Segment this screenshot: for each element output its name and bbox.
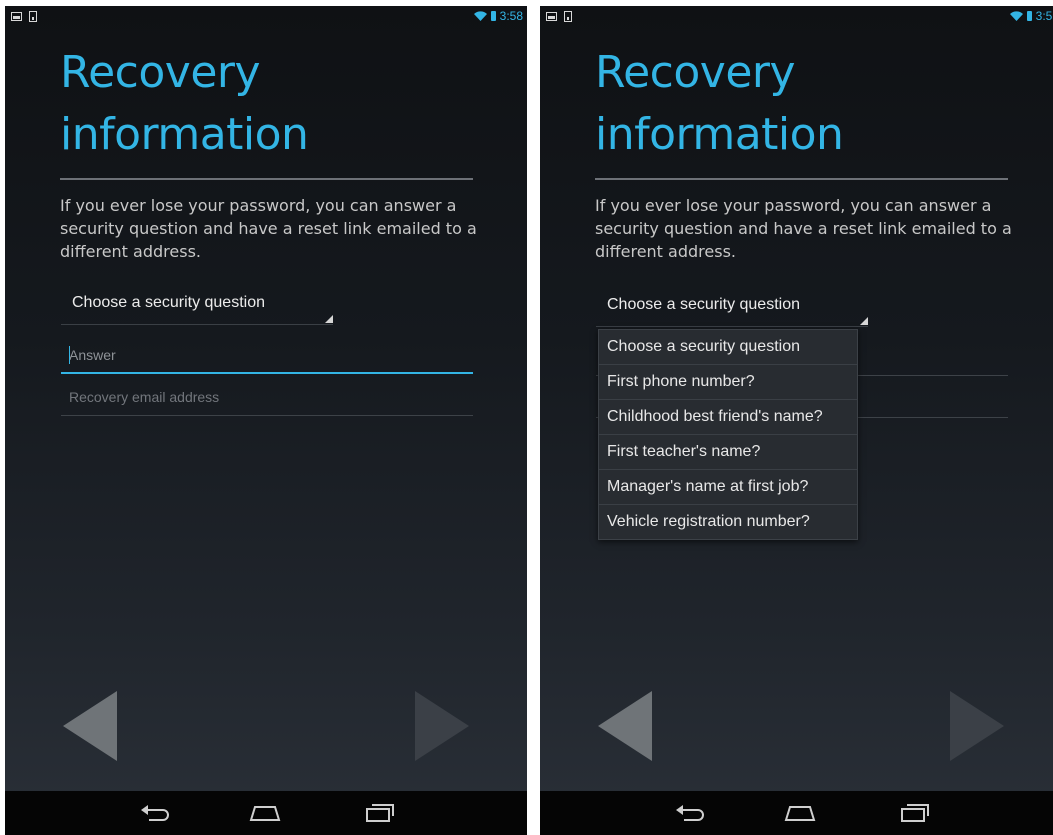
answer-input[interactable] xyxy=(61,340,481,370)
answer-field[interactable] xyxy=(61,340,481,374)
status-right: 3:59 xyxy=(1009,9,1053,23)
next-arrow-icon[interactable] xyxy=(950,691,1004,761)
download-icon xyxy=(564,11,572,22)
recent-apps-icon[interactable] xyxy=(900,803,930,823)
dropdown-option[interactable]: Manager's name at first job? xyxy=(599,470,857,505)
back-arrow-icon[interactable] xyxy=(63,691,117,761)
picture-icon xyxy=(546,12,557,21)
left-screen: 3:58 Recovery information If you ever lo… xyxy=(5,6,527,835)
answer-underline xyxy=(61,372,473,374)
security-question-spinner[interactable]: Choose a security question xyxy=(61,289,333,325)
description-text: If you ever lose your password, you can … xyxy=(595,196,1012,261)
email-underline xyxy=(61,415,473,416)
spinner-label: Choose a security question xyxy=(72,294,265,311)
back-icon[interactable] xyxy=(141,803,171,823)
dropdown-option[interactable]: Childhood best friend's name? xyxy=(599,400,857,435)
right-screen: 3:59 Recovery information If you ever lo… xyxy=(540,6,1053,835)
system-navigation-bar xyxy=(540,791,1053,835)
status-time: 3:58 xyxy=(499,9,523,23)
download-icon xyxy=(29,11,37,22)
title-divider xyxy=(60,178,473,180)
recovery-email-input[interactable] xyxy=(61,382,481,412)
title-line-1: Recovery xyxy=(595,47,796,98)
page-title: Recovery information xyxy=(595,42,844,166)
wifi-icon xyxy=(473,11,487,21)
status-bar: 3:59 xyxy=(540,6,1053,28)
system-navigation-bar xyxy=(5,791,527,835)
dropdown-triangle-icon xyxy=(325,315,333,323)
dropdown-triangle-icon xyxy=(860,317,868,325)
recovery-email-field[interactable] xyxy=(61,382,481,416)
battery-icon xyxy=(490,11,496,21)
home-icon[interactable] xyxy=(249,803,281,823)
dropdown-option[interactable]: Choose a security question xyxy=(599,330,857,365)
next-arrow-icon[interactable] xyxy=(415,691,469,761)
title-line-2: information xyxy=(595,109,844,160)
status-right: 3:58 xyxy=(473,9,523,23)
picture-icon xyxy=(11,12,22,21)
title-line-2: information xyxy=(60,109,309,160)
title-line-1: Recovery xyxy=(60,47,261,98)
recent-apps-icon[interactable] xyxy=(365,803,395,823)
dropdown-option[interactable]: First phone number? xyxy=(599,365,857,400)
spinner-underline xyxy=(596,326,868,327)
title-divider xyxy=(595,178,1008,180)
battery-icon xyxy=(1026,11,1032,21)
dropdown-option[interactable]: Vehicle registration number? xyxy=(599,505,857,539)
status-bar: 3:58 xyxy=(5,6,527,28)
description-text: If you ever lose your password, you can … xyxy=(60,196,477,261)
wifi-icon xyxy=(1009,11,1023,21)
page-title: Recovery information xyxy=(60,42,309,166)
home-icon[interactable] xyxy=(784,803,816,823)
spinner-underline xyxy=(61,324,333,325)
status-time: 3:59 xyxy=(1035,9,1053,23)
back-arrow-icon[interactable] xyxy=(598,691,652,761)
back-icon[interactable] xyxy=(676,803,706,823)
spinner-label: Choose a security question xyxy=(607,296,800,313)
security-question-dropdown: Choose a security question First phone n… xyxy=(598,329,858,540)
dropdown-option[interactable]: First teacher's name? xyxy=(599,435,857,470)
security-question-spinner[interactable]: Choose a security question xyxy=(596,291,868,327)
text-cursor xyxy=(69,346,70,364)
